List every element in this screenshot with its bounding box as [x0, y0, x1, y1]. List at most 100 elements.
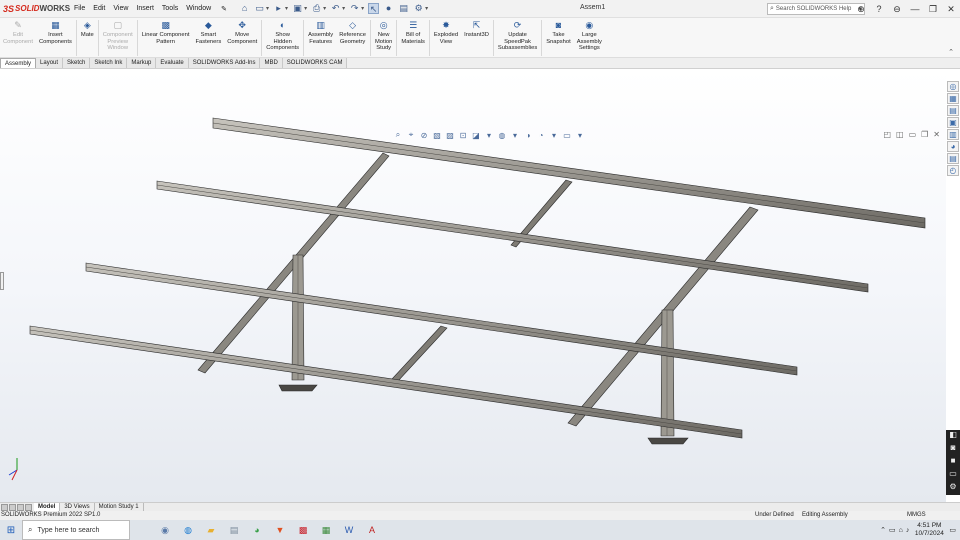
tab-assembly[interactable]: Assembly [0, 58, 37, 68]
taskbar-search-input[interactable]: Type here to search [37, 527, 99, 534]
home-icon[interactable]: ⌂ [239, 3, 250, 14]
solidworks-taskbar-icon[interactable]: ▩ [296, 523, 310, 537]
forum-icon[interactable]: ◴ [947, 165, 959, 176]
view-settings-icon[interactable]: ▭ [562, 131, 572, 140]
display-style-icon[interactable]: ◪ [471, 131, 481, 140]
print-icon[interactable]: ⎙ [311, 3, 322, 14]
component-preview-window-button[interactable]: ▢ Component Preview Window [100, 18, 136, 52]
menu-view[interactable]: View [109, 5, 132, 12]
user-account-icon[interactable]: ⊕ [852, 4, 870, 15]
close-icon[interactable]: ✕ [942, 4, 960, 15]
view-palette-icon[interactable]: ▣ [947, 117, 959, 128]
first-tab-button[interactable] [1, 503, 8, 511]
menu-insert[interactable]: Insert [132, 5, 158, 12]
tab-3d-views[interactable]: 3D Views [60, 503, 95, 511]
dropdown-arrow-icon[interactable]: ▾ [304, 5, 307, 12]
instant3d-button[interactable]: ⇱ Instant3D [461, 18, 492, 39]
new-motion-study-button[interactable]: ◎ New Motion Study [372, 18, 395, 52]
file-explorer-icon[interactable]: ▰ [204, 523, 218, 537]
move-component-button[interactable]: ✥ Move Component [224, 18, 260, 45]
bill-of-materials-button[interactable]: ☰ Bill of Materials [398, 18, 428, 45]
previous-view-icon[interactable]: ⊘ [419, 131, 429, 140]
unit-system[interactable]: MMGS [907, 511, 926, 520]
dropdown-icon[interactable]: ▾ [510, 131, 520, 140]
help-search-input[interactable]: Search SOLIDWORKS Help [776, 6, 851, 12]
dropdown-arrow-icon[interactable]: ▾ [266, 5, 269, 12]
menu-tools[interactable]: Tools [158, 5, 182, 12]
zoom-to-fit-icon[interactable]: ⌕ [393, 130, 403, 140]
tile-icon[interactable]: ◫ [896, 130, 904, 139]
reference-geometry-button[interactable]: ◇ Reference Geometry [336, 18, 369, 45]
rebuild-icon[interactable]: ● [383, 3, 394, 14]
file-properties-icon[interactable]: ▤ [398, 3, 409, 14]
new-icon[interactable]: ▭ [254, 3, 265, 14]
smart-fasteners-button[interactable]: ◆ Smart Fasteners [192, 18, 224, 45]
show-hidden-components-button[interactable]: ◐ Show Hidden Components [263, 18, 302, 52]
redo-icon[interactable]: ↷ [349, 3, 360, 14]
calculator-icon[interactable]: ▤ [227, 523, 241, 537]
dropdown-arrow-icon[interactable]: ▾ [285, 5, 288, 12]
graphics-area[interactable]: ⌕ ⌖ ⊘ ▧ ▨ ⊡ ◪ ▾ ◍ ▾ ◑ ◔ ▾ ▭ ▾ ◰ ◫ ▭ ❐ ✕ [0, 70, 946, 502]
file-explorer-icon[interactable]: ▤ [947, 105, 959, 116]
record-icon[interactable]: ■ [946, 456, 960, 469]
open-icon[interactable]: ▸ [273, 3, 284, 14]
dropdown-icon[interactable]: ▾ [575, 131, 585, 140]
assembly-features-button[interactable]: ▥ Assembly Features [305, 18, 336, 45]
select-icon[interactable]: ↖ [368, 3, 380, 14]
take-snapshot-button[interactable]: ◙ Take Snapshot [543, 18, 574, 45]
mate-button[interactable]: ◈ Mate [78, 18, 97, 39]
zoom-area-icon[interactable]: ⌖ [406, 130, 416, 140]
appearance-icon[interactable]: ◑ [523, 131, 533, 140]
custom-properties-icon[interactable]: ◕ [947, 141, 959, 152]
acrobat-icon[interactable]: A [365, 523, 379, 537]
appearances-icon[interactable]: ▥ [947, 129, 959, 140]
tray-overflow-icon[interactable]: ⌃ [880, 526, 886, 534]
tab-evaluate[interactable]: Evaluate [156, 58, 189, 68]
brave-icon[interactable]: ▼ [273, 523, 287, 537]
scene-icon[interactable]: ◔ [536, 131, 546, 140]
solidworks-logo[interactable]: 3S SOLID WORKS [0, 4, 70, 14]
feature-manager-flyout-handle[interactable] [0, 272, 4, 290]
camera-icon[interactable]: ◙ [946, 443, 960, 456]
tray-device-icon[interactable]: ▭ [889, 526, 896, 534]
cross-beam-middle-front[interactable] [391, 325, 448, 382]
tab-sketch[interactable]: Sketch [63, 58, 91, 68]
taskbar-search-box[interactable]: ⌕ Type here to search [22, 520, 130, 540]
restore-doc-icon[interactable]: ❐ [921, 130, 928, 139]
options-icon[interactable]: ⚙ [413, 3, 424, 14]
save-icon[interactable]: ▣ [292, 3, 303, 14]
dropdown-arrow-icon[interactable]: ▾ [342, 5, 345, 12]
dropdown-arrow-icon[interactable]: ▾ [425, 5, 428, 12]
prev-tab-button[interactable] [9, 503, 16, 511]
network-icon[interactable]: ⌂ [899, 527, 903, 534]
chrome-icon[interactable]: ◕ [250, 523, 264, 537]
collapse-ribbon-icon[interactable]: ⌃ [948, 48, 954, 56]
help-search-box[interactable]: ⌕ Search SOLIDWORKS Help ▾ [767, 3, 865, 15]
large-assembly-settings-button[interactable]: ◉ Large Assembly Settings [574, 18, 605, 52]
dropdown-icon[interactable]: ▾ [549, 131, 559, 140]
dropdown-icon[interactable]: ▾ [484, 131, 494, 140]
clock[interactable]: 4:51 PM 10/7/2024 [912, 522, 946, 538]
app-icon[interactable]: ▦ [319, 523, 333, 537]
menu-window[interactable]: Window [182, 5, 215, 12]
edit-component-button[interactable]: ✎ Edit Component [0, 18, 36, 45]
dynamic-annotation-icon[interactable]: ▨ [445, 131, 455, 140]
tab-motion-study-1[interactable]: Motion Study 1 [95, 503, 144, 511]
word-icon[interactable]: W [342, 523, 356, 537]
last-tab-button[interactable] [25, 503, 32, 511]
update-speedpak-subassemblies-button[interactable]: ⟳ Update SpeedPak Subassemblies [495, 18, 540, 52]
screen-icon[interactable]: ▭ [946, 469, 960, 482]
solidworks-resources-icon[interactable]: ◎ [947, 81, 959, 92]
menu-file[interactable]: File [70, 5, 89, 12]
help-icon[interactable]: ? [870, 4, 888, 14]
design-library-icon[interactable]: ▦ [947, 93, 959, 104]
view-orientation-icon[interactable]: ⊡ [458, 131, 468, 140]
split-view-icon[interactable]: ◰ [883, 130, 891, 139]
hide-show-icon[interactable]: ◍ [497, 131, 507, 140]
tab-mbd[interactable]: MBD [260, 58, 283, 68]
collab-icon[interactable]: ◧ [946, 430, 960, 443]
dropdown-arrow-icon[interactable]: ▾ [323, 5, 326, 12]
minimize-icon[interactable]: — [906, 4, 924, 14]
close-doc-icon[interactable]: ✕ [933, 130, 940, 139]
windows-start-icon[interactable]: ⊞ [0, 525, 22, 536]
